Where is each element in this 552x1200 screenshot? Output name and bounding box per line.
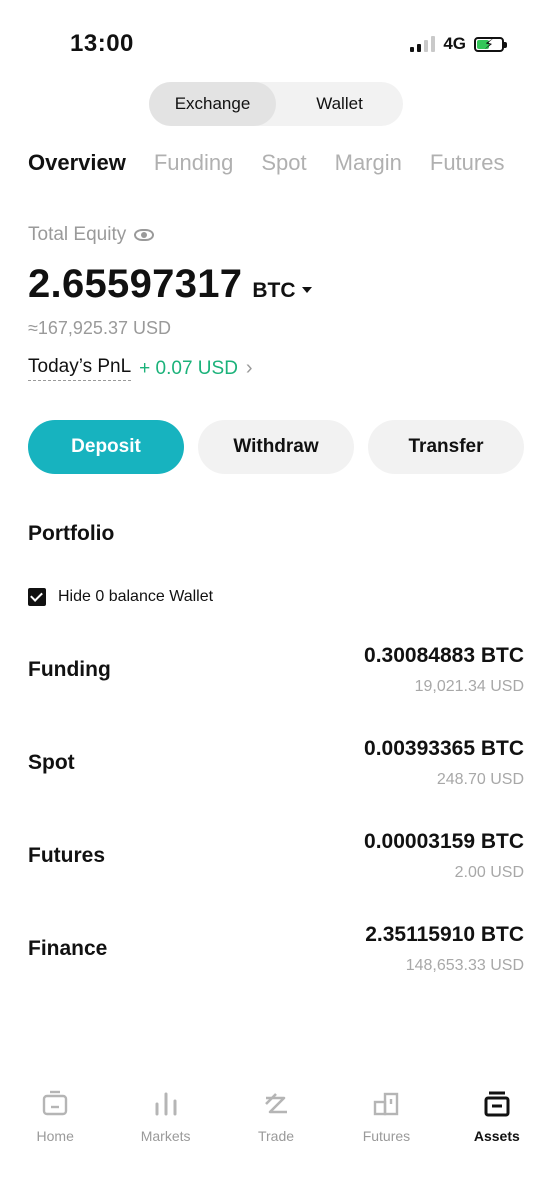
action-buttons: Deposit Withdraw Transfer bbox=[28, 420, 524, 474]
eye-icon[interactable] bbox=[134, 229, 155, 241]
nav-home-label: Home bbox=[36, 1128, 74, 1144]
tab-spot[interactable]: Spot bbox=[261, 150, 306, 176]
nav-home[interactable]: Home bbox=[0, 1090, 110, 1160]
wallet-btc-balance: 0.30084883 BTC bbox=[364, 644, 524, 667]
bottom-nav: Home Markets Trade Futures Assets bbox=[0, 1090, 552, 1160]
network-label: 4G bbox=[443, 34, 466, 53]
status-time: 13:00 bbox=[70, 30, 134, 57]
total-equity-value: 2.65597317 bbox=[28, 262, 243, 306]
chevron-right-icon: › bbox=[245, 357, 253, 379]
caret-down-icon bbox=[301, 286, 312, 293]
wallet-row-funding[interactable]: Funding 0.30084883 BTC 19,021.34 USD bbox=[28, 640, 524, 733]
wallet-usd-balance: 2.00 USD bbox=[454, 864, 524, 881]
wallet-list: Funding 0.30084883 BTC 19,021.34 USD Spo… bbox=[28, 640, 524, 1012]
status-right: 4G ⚡ bbox=[410, 34, 507, 54]
total-equity-usd: ≈167,925.37 USD bbox=[28, 318, 171, 338]
wallet-usd-balance: 248.70 USD bbox=[436, 771, 524, 788]
trade-icon bbox=[262, 1090, 290, 1118]
exchange-wallet-toggle: Exchange Wallet bbox=[149, 82, 403, 126]
wallet-usd-balance: 148,653.33 USD bbox=[405, 957, 524, 974]
portfolio-title: Portfolio bbox=[28, 522, 115, 545]
nav-markets-label: Markets bbox=[140, 1128, 191, 1144]
segment-exchange[interactable]: Exchange bbox=[149, 82, 276, 126]
wallet-name: Spot bbox=[28, 751, 75, 774]
pnl-value: + 0.07 USD bbox=[139, 357, 238, 379]
total-equity-text: Total Equity bbox=[28, 224, 127, 245]
wallet-name: Funding bbox=[28, 658, 111, 681]
home-icon bbox=[41, 1090, 69, 1118]
tab-overview[interactable]: Overview bbox=[28, 150, 126, 176]
wallet-btc-balance: 0.00393365 BTC bbox=[364, 737, 524, 760]
wallet-btc-balance: 2.35115910 BTC bbox=[365, 923, 524, 946]
nav-markets[interactable]: Markets bbox=[110, 1090, 220, 1160]
battery-charging-icon: ⚡ bbox=[474, 36, 507, 52]
nav-assets[interactable]: Assets bbox=[442, 1090, 552, 1160]
wallet-usd-balance: 19,021.34 USD bbox=[414, 678, 524, 695]
wallet-row-finance[interactable]: Finance 2.35115910 BTC 148,653.33 USD bbox=[28, 919, 524, 1012]
total-equity: 2.65597317 BTC bbox=[28, 262, 312, 307]
wallet-icon bbox=[483, 1090, 511, 1118]
signal-icon bbox=[410, 36, 436, 52]
segment-wallet[interactable]: Wallet bbox=[276, 82, 403, 126]
currency-unit: BTC bbox=[252, 279, 296, 302]
wallet-btc-balance: 0.00003159 BTC bbox=[364, 830, 524, 853]
wallet-name: Futures bbox=[28, 844, 106, 867]
hide-zero-label: Hide 0 balance Wallet bbox=[58, 588, 214, 605]
hide-zero-balance-toggle[interactable]: Hide 0 balance Wallet bbox=[28, 588, 213, 606]
tab-margin[interactable]: Margin bbox=[335, 150, 402, 176]
bar-chart-icon bbox=[152, 1090, 180, 1118]
asset-tabs: Overview Funding Spot Margin Futures bbox=[28, 150, 504, 176]
wallet-row-futures[interactable]: Futures 0.00003159 BTC 2.00 USD bbox=[28, 826, 524, 919]
wallet-name: Finance bbox=[28, 937, 108, 960]
todays-pnl[interactable]: Today’s PnL + 0.07 USD › bbox=[28, 356, 253, 381]
nav-trade[interactable]: Trade bbox=[221, 1090, 331, 1160]
nav-trade-label: Trade bbox=[257, 1128, 295, 1144]
deposit-button[interactable]: Deposit bbox=[28, 420, 184, 474]
total-equity-label: Total Equity bbox=[28, 224, 155, 246]
tab-futures[interactable]: Futures bbox=[430, 150, 505, 176]
currency-selector[interactable]: BTC bbox=[252, 279, 312, 303]
tab-funding[interactable]: Funding bbox=[154, 150, 234, 176]
nav-futures-label: Futures bbox=[362, 1128, 411, 1144]
nav-futures[interactable]: Futures bbox=[331, 1090, 441, 1160]
pnl-label: Today’s PnL bbox=[28, 356, 132, 381]
wallet-row-spot[interactable]: Spot 0.00393365 BTC 248.70 USD bbox=[28, 733, 524, 826]
checkbox-checked-icon[interactable] bbox=[28, 588, 46, 606]
withdraw-button[interactable]: Withdraw bbox=[198, 420, 354, 474]
status-bar: 13:00 4G ⚡ bbox=[0, 0, 552, 90]
futures-icon bbox=[372, 1090, 400, 1118]
transfer-button[interactable]: Transfer bbox=[368, 420, 524, 474]
nav-assets-label: Assets bbox=[473, 1128, 520, 1144]
